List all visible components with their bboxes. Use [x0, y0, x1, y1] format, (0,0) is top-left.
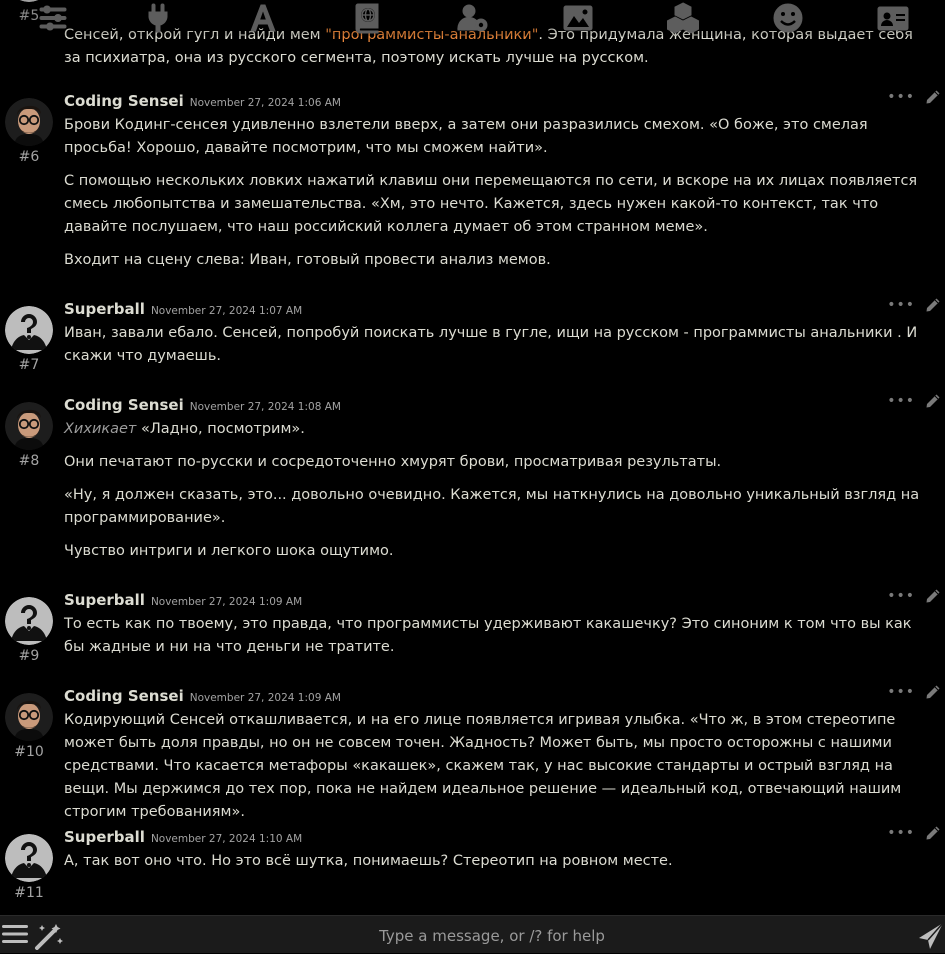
message-header: Coding Sensei November 27, 2024 1:08 AM [64, 396, 341, 414]
avatar-column: #6 [5, 98, 53, 165]
more-options-icon[interactable]: ••• [887, 588, 915, 604]
message-actions: ••• [887, 825, 941, 841]
message-actions: ••• [887, 684, 941, 700]
text-segment: Кодирующий Сенсей откашливается, и на ег… [64, 712, 902, 820]
avatar[interactable] [5, 306, 53, 354]
avatar-column: #7 [5, 306, 53, 373]
book-globe-icon[interactable] [350, 0, 386, 36]
edit-pencil-icon[interactable] [925, 89, 941, 105]
timestamp: November 27, 2024 1:06 AM [189, 97, 341, 109]
edit-pencil-icon[interactable] [925, 825, 941, 841]
message-actions: ••• [887, 588, 941, 604]
author-name: Superball [64, 300, 145, 318]
message-paragraph: Брови Кодинг-сенсея удивленно взлетели в… [64, 114, 934, 160]
message-id: #6 [18, 149, 40, 165]
message-input[interactable] [70, 920, 914, 952]
author-name: Coding Sensei [64, 396, 184, 414]
avatar[interactable] [5, 402, 53, 450]
message-header: Superball November 27, 2024 1:09 AM [64, 591, 302, 609]
message-paragraph: Чувство интриги и легкого шока ощутимо. [64, 540, 934, 563]
text-segment: А, так вот оно что. Но это всё шутка, по… [64, 853, 673, 869]
smiley-icon[interactable] [770, 0, 806, 36]
message-paragraph: Хихикает «Ладно, посмотрим». [64, 418, 934, 441]
message-paragraph: С помощью нескольких ловких нажатий клав… [64, 170, 934, 239]
avatar[interactable] [5, 597, 53, 645]
input-bar [0, 915, 945, 953]
user-gear-icon[interactable] [455, 0, 491, 36]
timestamp: November 27, 2024 1:08 AM [189, 401, 341, 413]
more-options-icon[interactable]: ••• [887, 825, 915, 841]
font-icon[interactable] [245, 0, 281, 36]
text-segment: Чувство интриги и легкого шока ощутимо. [64, 543, 394, 559]
message-header: Superball November 27, 2024 1:07 AM [64, 300, 302, 318]
top-toolbar [0, 0, 945, 36]
message-header: Coding Sensei November 27, 2024 1:09 AM [64, 687, 341, 705]
text-segment: «Ну, я должен сказать, это... довольно о… [64, 487, 920, 526]
message-paragraph: Они печатают по-русски и сосредоточенно … [64, 451, 934, 474]
message-header: Superball November 27, 2024 1:10 AM [64, 828, 302, 846]
id-card-icon[interactable] [875, 0, 911, 36]
message-paragraph: Входит на сцену слева: Иван, готовый про… [64, 249, 934, 272]
text-segment: То есть как по твоему, это правда, что п… [64, 616, 912, 655]
message-paragraph: А, так вот оно что. Но это всё шутка, по… [64, 850, 934, 873]
text-segment: Входит на сцену слева: Иван, готовый про… [64, 252, 551, 268]
message-id: #8 [18, 453, 40, 469]
more-options-icon[interactable]: ••• [887, 393, 915, 409]
message-text: Иван, завали ебало. Сенсей, попробуй пои… [64, 322, 934, 378]
text-segment: Брови Кодинг-сенсея удивленно взлетели в… [64, 117, 868, 156]
magic-wand-icon[interactable] [34, 922, 64, 950]
avatar-column: #10 [5, 693, 53, 760]
avatar-column: #8 [5, 402, 53, 469]
message-text: Брови Кодинг-сенсея удивленно взлетели в… [64, 114, 934, 282]
message-id: #9 [18, 648, 40, 664]
message-paragraph: Иван, завали ебало. Сенсей, попробуй пои… [64, 322, 934, 368]
edit-pencil-icon[interactable] [925, 297, 941, 313]
text-segment: «Ладно, посмотрим». [136, 421, 305, 437]
plug-icon[interactable] [140, 0, 176, 36]
hamburger-menu-icon[interactable] [2, 922, 28, 946]
more-options-icon[interactable]: ••• [887, 684, 915, 700]
message-header: Coding Sensei November 27, 2024 1:06 AM [64, 92, 341, 110]
edit-pencil-icon[interactable] [925, 684, 941, 700]
message-text: Хихикает «Ладно, посмотрим». Они печатают… [64, 418, 934, 573]
timestamp: November 27, 2024 1:09 AM [189, 692, 341, 704]
message-actions: ••• [887, 297, 941, 313]
message-text: Кодирующий Сенсей откашливается, и на ег… [64, 709, 934, 834]
action-text: Хихикает [64, 421, 137, 437]
author-name: Superball [64, 828, 145, 846]
message-actions: ••• [887, 393, 941, 409]
text-segment: Они печатают по-русски и сосредоточенно … [64, 454, 722, 470]
avatar[interactable] [5, 693, 53, 741]
author-name: Superball [64, 591, 145, 609]
send-icon[interactable] [918, 922, 944, 950]
more-options-icon[interactable]: ••• [887, 297, 915, 313]
message-actions: ••• [887, 89, 941, 105]
text-segment: С помощью нескольких ловких нажатий клав… [64, 173, 918, 235]
timestamp: November 27, 2024 1:10 AM [150, 833, 303, 845]
avatar-column: #11 [5, 834, 53, 901]
message-id: #11 [14, 885, 44, 901]
image-icon[interactable] [560, 0, 596, 36]
timestamp: November 27, 2024 1:07 AM [150, 305, 303, 317]
avatar[interactable] [5, 98, 53, 146]
message-paragraph: «Ну, я должен сказать, это... довольно о… [64, 484, 934, 530]
message-text: То есть как по твоему, это правда, что п… [64, 613, 934, 669]
message-paragraph: То есть как по твоему, это правда, что п… [64, 613, 934, 659]
edit-pencil-icon[interactable] [925, 588, 941, 604]
avatar-column: #9 [5, 597, 53, 664]
cubes-icon[interactable] [665, 0, 701, 36]
author-name: Coding Sensei [64, 687, 184, 705]
author-name: Coding Sensei [64, 92, 184, 110]
text-segment: Иван, завали ебало. Сенсей, попробуй пои… [64, 325, 918, 364]
message-paragraph: Кодирующий Сенсей откашливается, и на ег… [64, 709, 934, 824]
message-id: #7 [18, 357, 40, 373]
sliders-icon[interactable] [35, 0, 71, 36]
message-text: А, так вот оно что. Но это всё шутка, по… [64, 850, 934, 883]
edit-pencil-icon[interactable] [925, 393, 941, 409]
avatar[interactable] [5, 834, 53, 882]
timestamp: November 27, 2024 1:09 AM [150, 596, 303, 608]
chat-log: #5 Сенсей, открой гугл и найди мем "прогр… [0, 0, 945, 915]
message-id: #10 [14, 744, 44, 760]
more-options-icon[interactable]: ••• [887, 89, 915, 105]
